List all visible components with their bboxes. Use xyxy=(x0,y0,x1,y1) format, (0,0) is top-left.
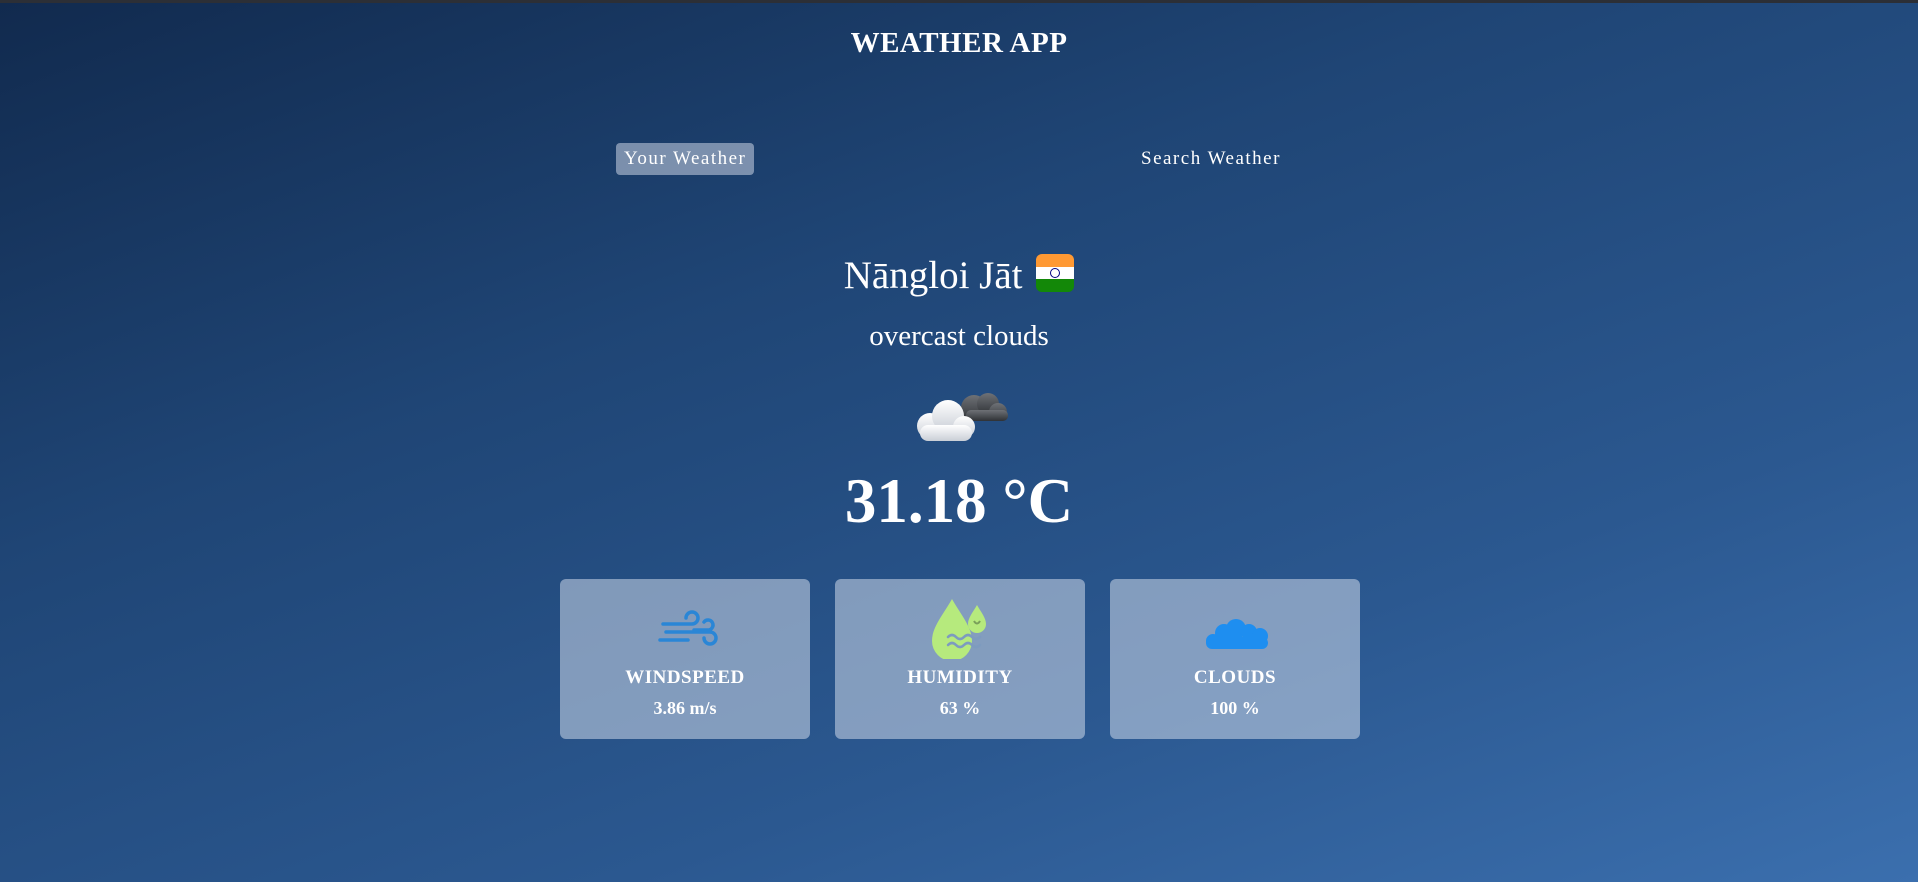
city-heading: Nāngloi Jāt xyxy=(0,253,1918,298)
humidity-card: HUMIDITY 63 % xyxy=(835,579,1085,739)
humidity-label: HUMIDITY xyxy=(907,667,1013,688)
tab-search-weather[interactable]: Search Weather xyxy=(1133,143,1289,175)
temperature: 31.18 °C xyxy=(844,466,1074,536)
clouds-card: CLOUDS 100 % xyxy=(1110,579,1360,739)
clouds-label: CLOUDS xyxy=(1193,667,1277,688)
humidity-value: 63 % xyxy=(939,698,981,718)
wind-icon xyxy=(658,610,718,646)
clouds-value: 100 % xyxy=(1210,698,1260,718)
weather-description: overcast clouds xyxy=(869,320,1049,352)
window-top-border xyxy=(0,0,1918,3)
overcast-clouds-icon xyxy=(917,393,1008,441)
clouds-icon xyxy=(1206,619,1268,649)
city-name: Nāngloi Jāt xyxy=(843,254,1023,297)
windspeed-value: 3.86 m/s xyxy=(653,698,717,718)
humidity-drop-icon xyxy=(932,599,986,659)
windspeed-label: WINDSPEED xyxy=(625,667,745,688)
windspeed-card: WINDSPEED 3.86 m/s xyxy=(560,579,810,739)
india-flag-icon xyxy=(1036,254,1075,292)
tab-your-weather[interactable]: Your Weather xyxy=(616,143,755,175)
app-title: WEATHER APP xyxy=(850,27,1068,59)
